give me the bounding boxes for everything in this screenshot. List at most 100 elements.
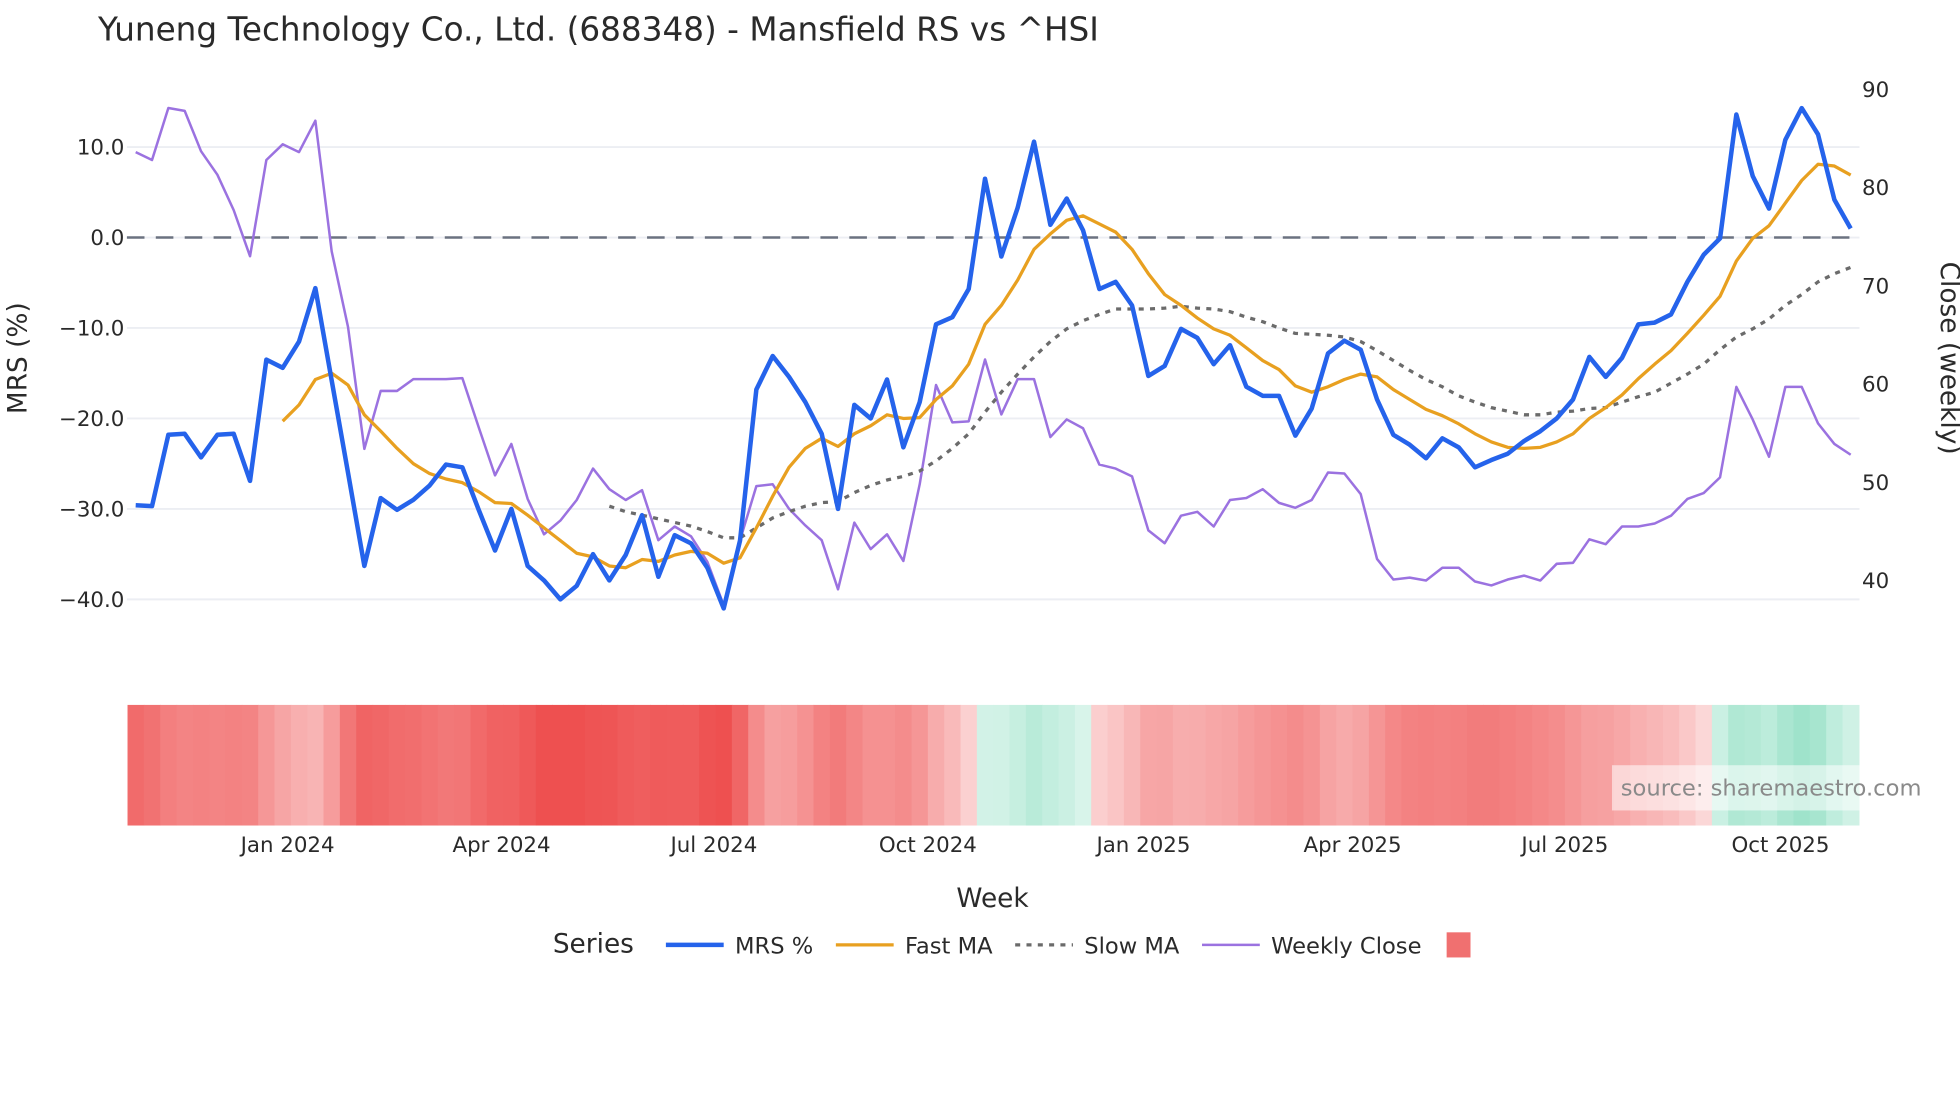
source-annotation: source: sharemaestro.com (1611, 765, 1921, 811)
heatmap-cell (764, 704, 782, 826)
x-tick-label: Jul 2024 (668, 833, 757, 858)
legend-label: Slow MA (1084, 934, 1180, 960)
heatmap-cell (584, 704, 602, 826)
heatmap-cell (666, 704, 684, 826)
heatmap-cell (176, 704, 194, 826)
series-line-slow (608, 265, 1852, 540)
heatmap-cell (878, 704, 896, 826)
y-left-tick-label: −40.0 (59, 588, 124, 613)
heatmap-cell (1009, 704, 1027, 826)
y-right-tick-label: 60 (1862, 373, 1889, 398)
legend-item-mrs[interactable]: MRS % (665, 934, 813, 960)
heatmap-cell (1058, 704, 1076, 826)
legend-label: Fast MA (905, 934, 993, 960)
legend-item-close[interactable]: Weekly Close (1202, 934, 1422, 960)
heatmap-cell (1417, 704, 1435, 826)
y-right-tick-label: 80 (1862, 176, 1889, 201)
y-left-tick-label: −20.0 (59, 407, 124, 432)
heatmap-cell (682, 704, 700, 826)
legend-item-fast[interactable]: Fast MA (835, 934, 993, 960)
heatmap-cell (699, 704, 717, 826)
heatmap-cell (748, 704, 766, 826)
heatmap-cell (437, 704, 455, 826)
heatmap-cell (519, 704, 537, 826)
x-tick-label: Oct 2025 (1731, 833, 1829, 858)
chart-title: Yuneng Technology Co., Ltd. (688348) - M… (97, 10, 1099, 48)
heatmap-cell (1042, 704, 1060, 826)
heatmap-cell (1434, 704, 1452, 826)
heatmap-cell (976, 704, 994, 826)
heatmap-cell (356, 704, 374, 826)
y-axis-left-title: MRS (%) (3, 302, 33, 414)
heatmap-cell (127, 704, 145, 826)
series-line-close (135, 106, 1852, 607)
heatmap-cell (1499, 704, 1517, 826)
heatmap-cell (1107, 704, 1125, 826)
x-tick-label: Jan 2025 (1094, 833, 1190, 858)
heatmap-cell (1466, 704, 1484, 826)
heatmap-cell (192, 704, 210, 826)
heatmap-cell (862, 704, 880, 826)
y-axis-right: 90 80 70 60 50 40 (1862, 78, 1889, 594)
y-right-tick-label: 90 (1862, 78, 1889, 103)
heatmap-cell (1581, 704, 1599, 826)
legend: Series MRS % Fast MA Slow MA Weekly Close (553, 929, 1471, 960)
heatmap-cell (1238, 704, 1256, 826)
y-right-tick-label: 40 (1862, 569, 1889, 594)
heatmap-cell (895, 704, 913, 826)
heatmap-cell (1205, 704, 1223, 826)
y-axis-right-title: Close (weekly) (1934, 262, 1960, 455)
series-lines (135, 105, 1853, 611)
heatmap-cell (780, 704, 798, 826)
heatmap-cell (797, 704, 815, 826)
heatmap-cell (225, 704, 243, 826)
heatmap-cell (339, 704, 357, 826)
heatmap-cell (1156, 704, 1174, 826)
y-left-tick-label: 10.0 (77, 136, 125, 161)
heatmap-cell (1597, 704, 1615, 826)
heatmap-cell (1548, 704, 1566, 826)
x-tick-label: Oct 2024 (879, 833, 977, 858)
legend-title: Series (553, 929, 634, 959)
heatmap-cell (1401, 704, 1419, 826)
heatmap-cell (1532, 704, 1550, 826)
heatmap-cell (911, 704, 929, 826)
heatmap-cell (1189, 704, 1207, 826)
heatmap-cell (1564, 704, 1582, 826)
heatmap-cell (601, 704, 619, 826)
heatmap-cell (1336, 704, 1354, 826)
heatmap-cell (1254, 704, 1272, 826)
legend-item-slow[interactable]: Slow MA (1015, 934, 1180, 960)
heatmap-cell (160, 704, 178, 826)
y-axis-left: 10.0 0.0 −10.0 −20.0 −30.0 −40.0 (59, 136, 124, 613)
x-tick-label: Jan 2024 (239, 833, 335, 858)
heatmap-cell (829, 704, 847, 826)
heatmap-cell (372, 704, 390, 826)
heatmap-cell (715, 704, 733, 826)
regime-heatmap (127, 704, 1860, 826)
y-right-tick-label: 50 (1862, 471, 1889, 496)
heatmap-cell (388, 704, 406, 826)
heatmap-cell (1221, 704, 1239, 826)
heatmap-cell (1303, 704, 1321, 826)
legend-item-regime[interactable] (1446, 932, 1471, 958)
heatmap-cell (241, 704, 259, 826)
heatmap-cell (307, 704, 325, 826)
x-axis: Jan 2024 Apr 2024 Jul 2024 Oct 2024 Jan 2025… (239, 833, 1830, 858)
heatmap-cell (960, 704, 978, 826)
heatmap-cell (1352, 704, 1370, 826)
heatmap-cell (535, 704, 553, 826)
heatmap-cell (486, 704, 504, 826)
legend-label: Weekly Close (1271, 934, 1421, 960)
heatmap-cell (1123, 704, 1141, 826)
heatmap-cell (421, 704, 439, 826)
heatmap-cell (1074, 704, 1092, 826)
heatmap-cell (1140, 704, 1158, 826)
x-tick-label: Apr 2024 (453, 833, 551, 858)
heatmap-cell (470, 704, 488, 826)
heatmap-cell (503, 704, 521, 826)
heatmap-cell (1091, 704, 1109, 826)
heatmap-cell (944, 704, 962, 826)
heatmap-cell (1450, 704, 1468, 826)
heatmap-cell (1287, 704, 1305, 826)
